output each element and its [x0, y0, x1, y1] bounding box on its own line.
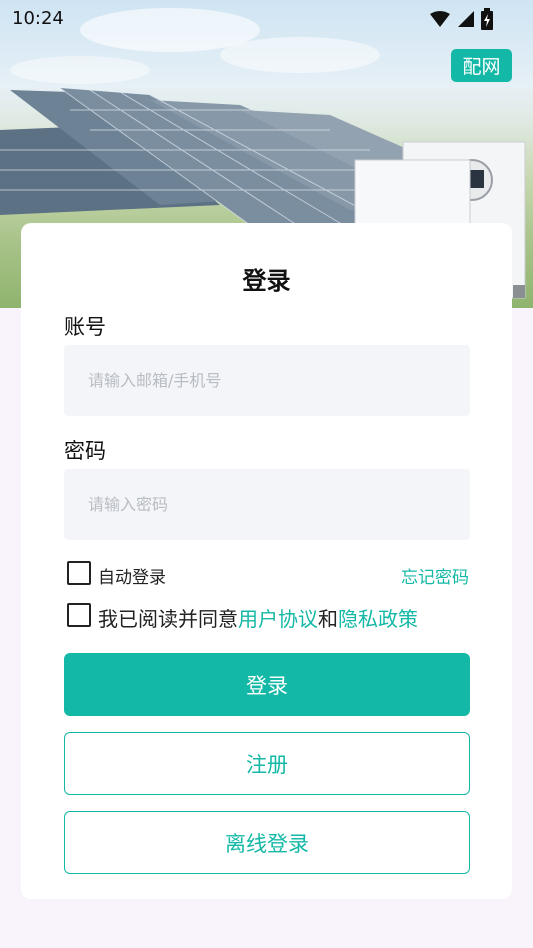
signal-icon: [458, 11, 474, 27]
pair-network-button[interactable]: 配网: [451, 49, 512, 82]
user-agreement-link[interactable]: 用户协议: [238, 607, 318, 631]
account-label: 账号: [64, 315, 106, 339]
account-input[interactable]: [64, 345, 470, 416]
status-time: 10:24: [12, 8, 64, 29]
auto-login-checkbox[interactable]: [67, 561, 91, 585]
auto-login-label: 自动登录: [98, 568, 166, 588]
login-title: 登录: [242, 267, 291, 295]
privacy-policy-link[interactable]: 隐私政策: [338, 607, 418, 631]
register-button[interactable]: 注册: [64, 732, 470, 795]
status-icons: [429, 8, 493, 30]
offline-login-button[interactable]: 离线登录: [64, 811, 470, 874]
status-bar: 10:24: [0, 0, 533, 36]
agreement-checkbox[interactable]: [67, 603, 91, 627]
agreement-and: 和: [318, 607, 338, 631]
login-card: 登录 账号 密码 自动登录 忘记密码 我已阅读并同意用户协议和隐私政策 登录 注…: [21, 223, 512, 899]
password-input[interactable]: [64, 469, 470, 540]
agreement-text: 我已阅读并同意用户协议和隐私政策: [98, 603, 418, 632]
login-button[interactable]: 登录: [64, 653, 470, 716]
agreement-prefix: 我已阅读并同意: [98, 607, 238, 631]
wifi-icon: [430, 11, 450, 27]
forgot-password-link[interactable]: 忘记密码: [401, 563, 469, 588]
battery-charging-icon: [481, 8, 493, 30]
password-label: 密码: [64, 439, 106, 463]
